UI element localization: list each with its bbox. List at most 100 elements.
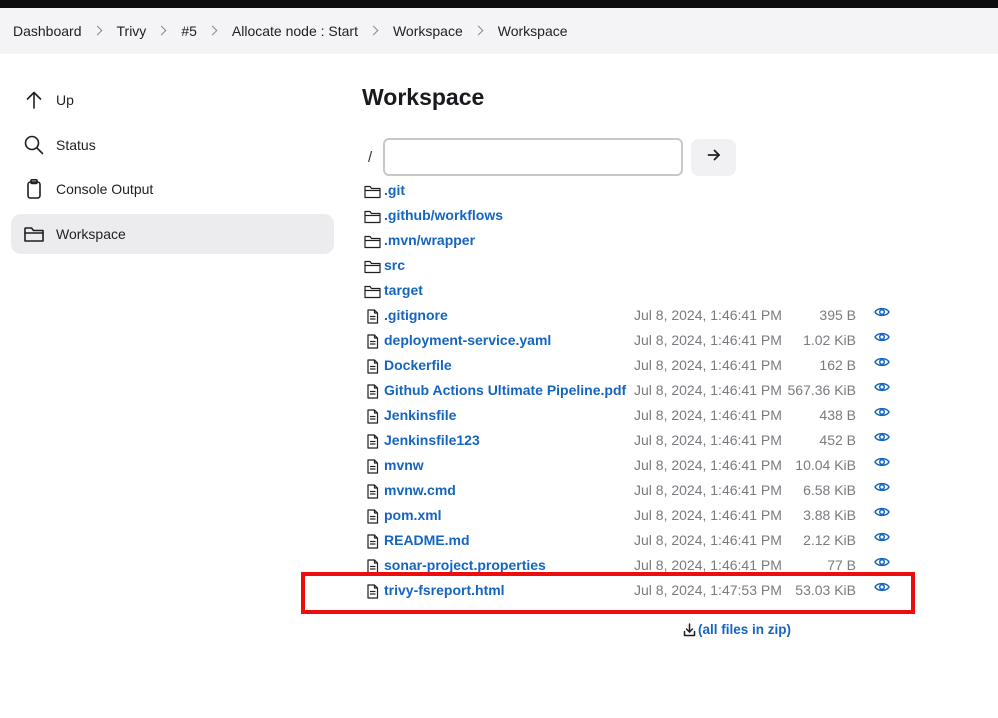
- file-icon: [364, 309, 381, 324]
- eye-icon[interactable]: [874, 380, 890, 394]
- file-icon: [364, 484, 381, 499]
- file-row: Jenkinsfile Jul 8, 2024, 1:46:41 PM 438 B: [364, 403, 924, 428]
- sidebar-item-label: Workspace: [56, 225, 126, 242]
- file-size: 162 B: [819, 357, 856, 373]
- file-date: Jul 8, 2024, 1:46:41 PM: [634, 532, 782, 548]
- sidebar-item-workspace[interactable]: Workspace: [11, 213, 334, 254]
- file-name-link[interactable]: target: [384, 282, 423, 298]
- file-size: 10.04 KiB: [795, 457, 856, 473]
- eye-icon[interactable]: [874, 480, 890, 494]
- file-icon: [364, 459, 381, 474]
- file-name-link[interactable]: .git: [384, 182, 405, 198]
- file-row: Jenkinsfile123 Jul 8, 2024, 1:46:41 PM 452…: [364, 428, 924, 453]
- file-icon: [364, 384, 381, 399]
- file-row: Github Actions Ultimate Pipeline.pdf Jul …: [364, 378, 924, 403]
- page-title: Workspace: [362, 84, 485, 110]
- file-name-link[interactable]: Jenkinsfile123: [384, 432, 480, 448]
- eye-icon[interactable]: [874, 430, 890, 444]
- file-name-link[interactable]: Jenkinsfile: [384, 407, 456, 423]
- breadcrumb-item[interactable]: Trivy: [117, 23, 147, 39]
- eye-icon[interactable]: [874, 405, 890, 419]
- download-zip-label: (all files in zip): [698, 622, 792, 637]
- file-size: 6.58 KiB: [803, 482, 856, 498]
- folder-row: .git: [364, 178, 924, 203]
- go-button[interactable]: [691, 138, 736, 176]
- file-list: .git .github/workflows .mvn/wrapper src targ…: [364, 178, 924, 603]
- folder-icon: [364, 184, 381, 199]
- file-icon: [364, 509, 381, 524]
- file-icon: [364, 334, 381, 349]
- file-size: 77 B: [827, 557, 856, 573]
- file-date: Jul 8, 2024, 1:46:41 PM: [634, 332, 782, 348]
- file-name-link[interactable]: src: [384, 257, 405, 273]
- highlight-box: [301, 572, 915, 614]
- sidebar-item-console-output[interactable]: Console Output: [11, 169, 334, 209]
- file-name-link[interactable]: pom.xml: [384, 507, 442, 523]
- file-name-link[interactable]: README.md: [384, 532, 470, 548]
- file-size: 438 B: [819, 407, 856, 423]
- chevron-right-icon: [156, 25, 167, 35]
- eye-icon[interactable]: [874, 330, 890, 344]
- file-name-link[interactable]: Github Actions Ultimate Pipeline.pdf: [384, 382, 626, 398]
- file-date: Jul 8, 2024, 1:46:41 PM: [634, 407, 782, 423]
- eye-icon[interactable]: [874, 455, 890, 469]
- breadcrumb-item[interactable]: Workspace: [498, 23, 568, 39]
- breadcrumb-item[interactable]: Allocate node : Start: [232, 23, 358, 39]
- file-row: pom.xml Jul 8, 2024, 1:46:41 PM 3.88 KiB: [364, 503, 924, 528]
- file-row: deployment-service.yaml Jul 8, 2024, 1:46…: [364, 328, 924, 353]
- folder-row: .github/workflows: [364, 203, 924, 228]
- eye-icon[interactable]: [874, 305, 890, 319]
- chevron-right-icon: [207, 25, 218, 35]
- eye-icon[interactable]: [874, 530, 890, 544]
- arrow-up-icon: [23, 89, 45, 111]
- folder-icon: [364, 234, 381, 249]
- folder-row: .mvn/wrapper: [364, 228, 924, 253]
- file-date: Jul 8, 2024, 1:46:41 PM: [634, 482, 782, 498]
- file-size: 452 B: [819, 432, 856, 448]
- file-date: Jul 8, 2024, 1:46:41 PM: [634, 382, 782, 398]
- file-size: 1.02 KiB: [803, 332, 856, 348]
- file-name-link[interactable]: deployment-service.yaml: [384, 332, 551, 348]
- chevron-right-icon: [473, 25, 484, 35]
- file-name-link[interactable]: mvnw.cmd: [384, 482, 456, 498]
- file-size: 395 B: [819, 307, 856, 323]
- file-name-link[interactable]: .github/workflows: [384, 207, 503, 223]
- breadcrumb-item[interactable]: #5: [181, 23, 197, 39]
- file-row: mvnw Jul 8, 2024, 1:46:41 PM 10.04 KiB: [364, 453, 924, 478]
- file-name-link[interactable]: Dockerfile: [384, 357, 452, 373]
- breadcrumb-item[interactable]: Workspace: [393, 23, 463, 39]
- chevron-right-icon: [92, 25, 102, 35]
- sidebar-item-status[interactable]: Status: [11, 125, 334, 165]
- sidebar-item-up[interactable]: Up: [11, 80, 334, 120]
- file-date: Jul 8, 2024, 1:46:41 PM: [634, 432, 782, 448]
- file-name-link[interactable]: sonar-project.properties: [384, 557, 546, 573]
- file-name-link[interactable]: .gitignore: [384, 307, 448, 323]
- file-name-link[interactable]: .mvn/wrapper: [384, 232, 475, 248]
- sidebar: Up Status Console Output Workspace: [11, 80, 334, 258]
- top-bar: [0, 0, 998, 8]
- download-zip-link[interactable]: (all files in zip): [683, 622, 791, 637]
- file-date: Jul 8, 2024, 1:46:41 PM: [634, 357, 782, 373]
- file-row: mvnw.cmd Jul 8, 2024, 1:46:41 PM 6.58 KiB: [364, 478, 924, 503]
- file-date: Jul 8, 2024, 1:46:41 PM: [634, 457, 782, 473]
- file-date: Jul 8, 2024, 1:46:41 PM: [634, 557, 782, 573]
- path-input[interactable]: [383, 138, 683, 176]
- eye-icon[interactable]: [874, 555, 890, 569]
- file-date: Jul 8, 2024, 1:46:41 PM: [634, 507, 782, 523]
- path-prefix: /: [368, 148, 373, 166]
- folder-icon: [364, 259, 381, 274]
- eye-icon[interactable]: [874, 505, 890, 519]
- file-icon: [364, 409, 381, 424]
- sidebar-item-label: Up: [56, 92, 74, 108]
- sidebar-item-label: Status: [56, 136, 96, 153]
- search-icon: [23, 134, 45, 156]
- download-icon: [683, 622, 696, 637]
- file-icon: [364, 359, 381, 374]
- eye-icon[interactable]: [874, 355, 890, 369]
- file-name-link[interactable]: mvnw: [384, 457, 424, 473]
- sidebar-item-label: Console Output: [56, 181, 154, 197]
- file-size: 2.12 KiB: [803, 532, 856, 548]
- breadcrumb-item[interactable]: Dashboard: [13, 23, 82, 39]
- chevron-right-icon: [368, 25, 379, 35]
- folder-row: src: [364, 253, 924, 278]
